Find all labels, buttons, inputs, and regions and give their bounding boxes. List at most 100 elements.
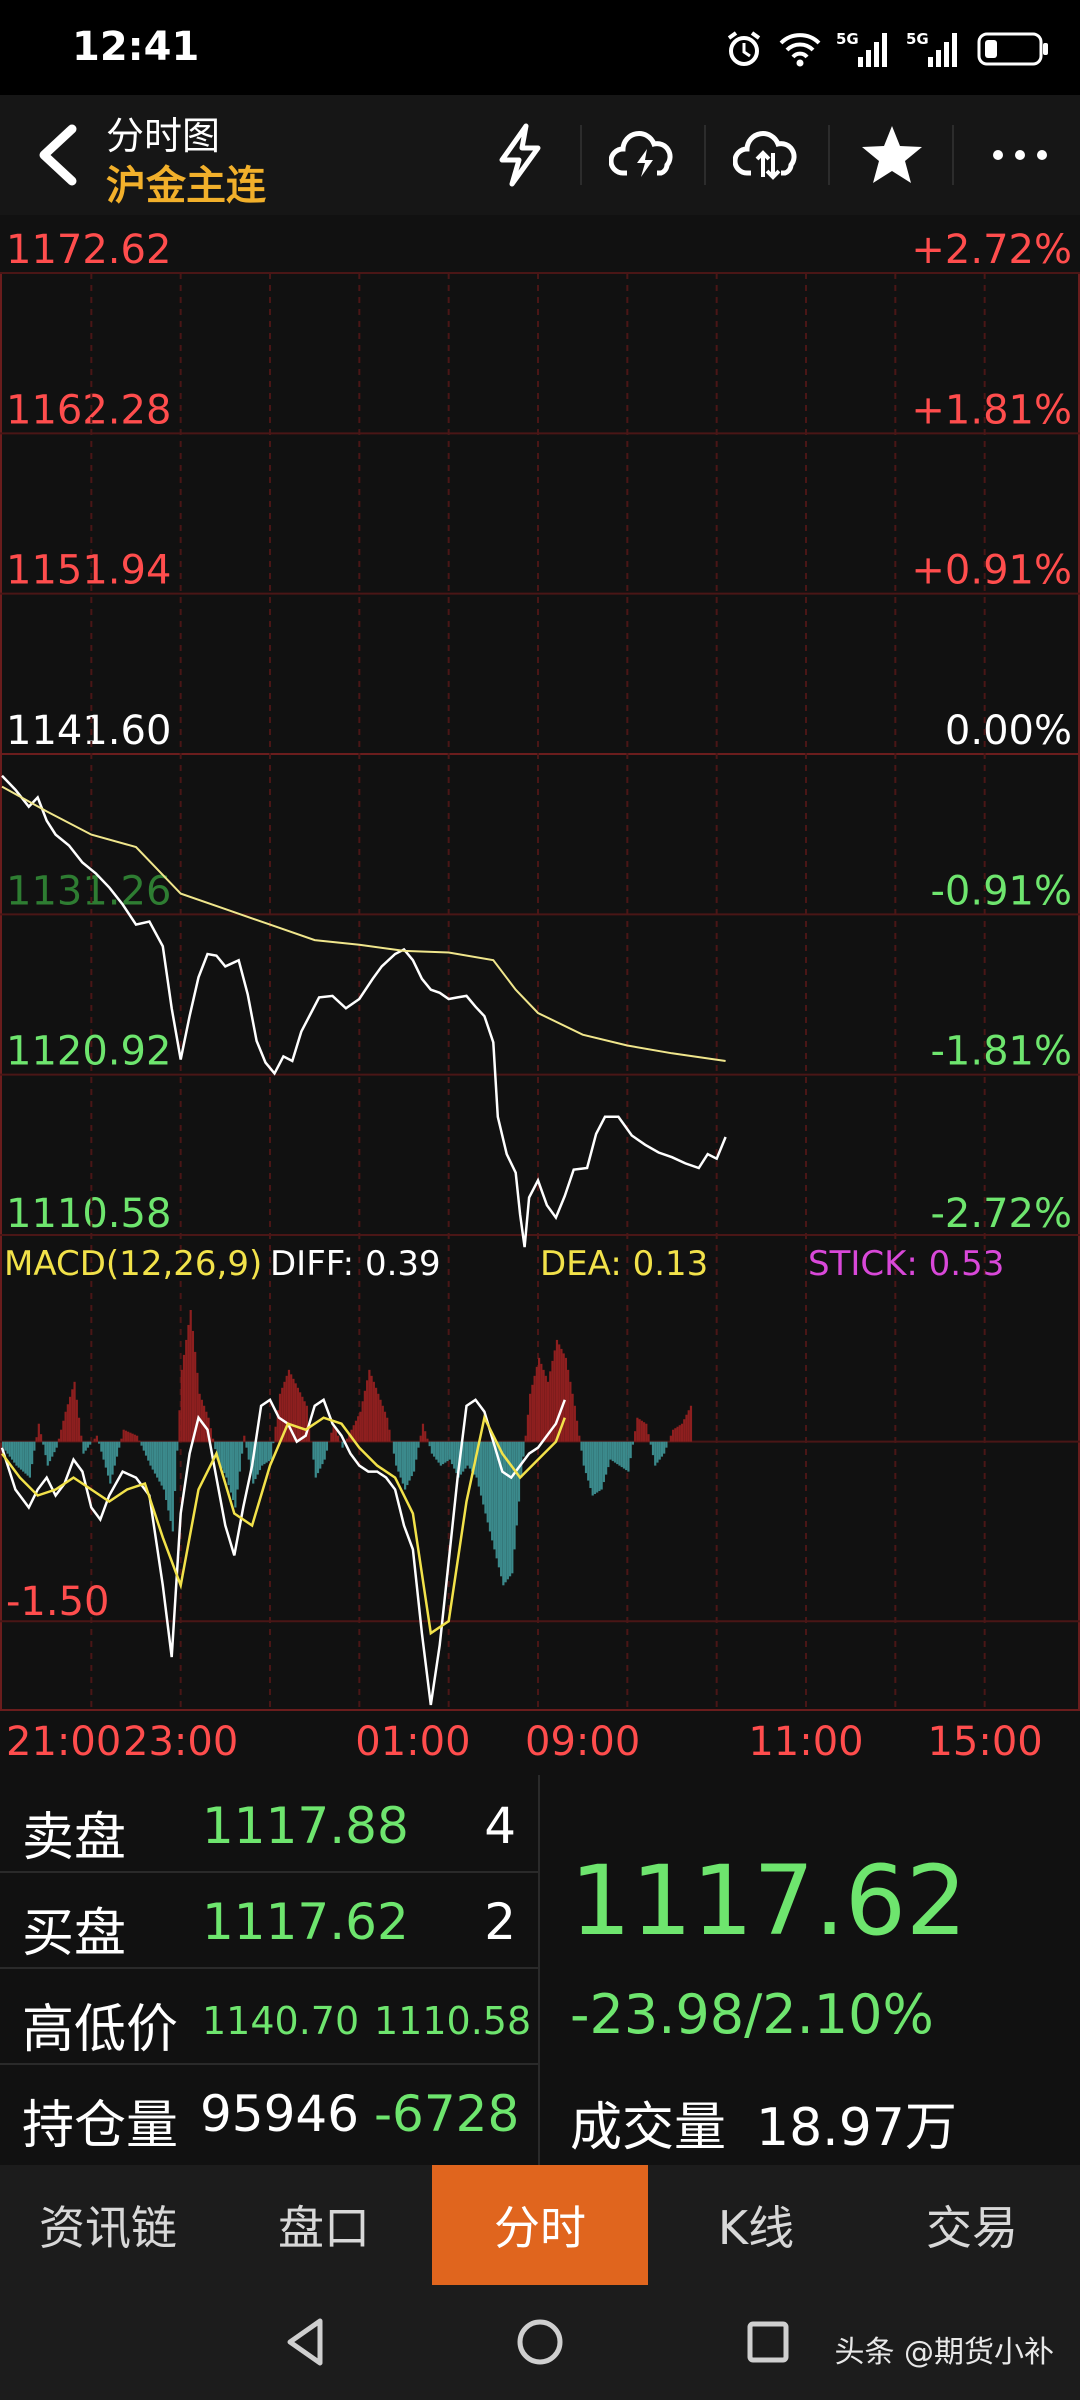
chart-canvas: 1172.62 +2.72% 1162.28 +1.81% 1151.94 +0.91% 1… xyxy=(0,227,1080,1765)
macd-stick-bar xyxy=(299,1392,302,1442)
macd-stick-bar xyxy=(368,1369,371,1442)
macd-legend-item: DEA: 0.13 xyxy=(540,1244,708,1284)
back-icon[interactable] xyxy=(24,117,94,193)
5g-signal-icon: 5G xyxy=(906,30,957,67)
macd-stick-bar xyxy=(522,1441,525,1457)
tab-kline[interactable]: K线 xyxy=(648,2165,864,2285)
svg-text:5G: 5G xyxy=(906,30,929,48)
high-low-label: 高低价 xyxy=(22,2000,179,2060)
macd-stick-bar xyxy=(412,1441,416,1472)
macd-stick-bar xyxy=(446,1441,449,1462)
macd-stick-bar xyxy=(270,1441,273,1460)
macd-stick-bar xyxy=(294,1383,297,1442)
macd-stick-bar xyxy=(167,1441,170,1511)
macd-stick-bar xyxy=(225,1441,228,1478)
macd-stick-bar xyxy=(533,1375,536,1442)
macd-stick-bar xyxy=(433,1441,436,1457)
favorite-button[interactable] xyxy=(850,113,934,197)
macd-stick-bar xyxy=(19,1441,23,1470)
macd-stick-bar xyxy=(562,1353,565,1442)
macd-stick-bar xyxy=(229,1441,232,1493)
status-time: 12:41 xyxy=(72,24,200,70)
timeshare-chart[interactable]: 1172.62 +2.72% 1162.28 +1.81% 1151.94 +0.91% 1… xyxy=(0,215,1080,1775)
macd-stick-bar xyxy=(15,1441,18,1466)
macd-stick-bar xyxy=(658,1441,661,1460)
price-axis-label: 1141.60 xyxy=(6,708,171,754)
macd-stick-bar xyxy=(631,1441,634,1445)
macd-stick-bar xyxy=(526,1414,530,1442)
macd-stick-bar xyxy=(672,1429,675,1442)
macd-stick-bar xyxy=(511,1441,514,1574)
macd-stick-bar xyxy=(73,1381,76,1442)
macd-stick-bar xyxy=(77,1417,81,1442)
tab-order-book[interactable]: 盘口 xyxy=(216,2165,432,2285)
macd-stick-bar xyxy=(372,1381,375,1442)
macd-stick-bar xyxy=(638,1419,641,1442)
tab-trade[interactable]: 交易 xyxy=(864,2165,1080,2285)
price-axis-label: 1151.94 xyxy=(6,548,171,594)
macd-stick-bar xyxy=(502,1441,505,1586)
cloud-lightning-button[interactable] xyxy=(602,113,686,197)
macd-stick-bar xyxy=(468,1441,471,1469)
macd-stick-bar xyxy=(544,1375,547,1442)
macd-stick-bar xyxy=(296,1387,299,1442)
macd-stick-bar xyxy=(98,1441,101,1444)
tab-timeshare[interactable]: 分时 xyxy=(432,2165,648,2285)
macd-stick-bar xyxy=(354,1420,358,1442)
macd-stick-bar xyxy=(46,1441,49,1466)
flash-button[interactable] xyxy=(478,113,562,197)
macd-stick-bar xyxy=(243,1435,246,1442)
cloud-lightning-icon xyxy=(609,131,673,177)
macd-stick-bar xyxy=(504,1441,507,1583)
macd-stick-bar xyxy=(493,1441,496,1550)
macd-stick-bar xyxy=(466,1441,469,1466)
macd-stick-bar xyxy=(236,1441,239,1490)
macd-stick-bar xyxy=(131,1433,134,1442)
macd-stick-bar xyxy=(263,1441,266,1465)
macd-stick-bar xyxy=(37,1423,40,1442)
macd-stick-bar xyxy=(520,1441,523,1478)
macd-stick-bar xyxy=(129,1432,132,1442)
macd-stick-bar xyxy=(113,1441,116,1466)
macd-stick-bar xyxy=(383,1411,387,1442)
price-change: -23.98/2.10% xyxy=(570,1983,934,2046)
macd-stick-bar xyxy=(683,1419,686,1442)
macd-stick-bar xyxy=(602,1441,605,1483)
macd-stick-bar xyxy=(401,1441,404,1484)
price-axis-label: 1120.92 xyxy=(6,1029,171,1075)
cloud-sync-button[interactable] xyxy=(726,113,810,197)
tab-news-chain[interactable]: 资讯链 xyxy=(0,2165,216,2285)
volume-value: 18.97万 xyxy=(756,2098,957,2158)
percent-axis-label: 0.00% xyxy=(945,708,1072,754)
macd-stick-bar xyxy=(484,1441,487,1514)
macd-stick-bar xyxy=(591,1441,594,1496)
open-interest-change: -6728 xyxy=(374,2085,520,2143)
macd-stick-bar xyxy=(180,1369,183,1442)
macd-stick-bar xyxy=(424,1431,427,1442)
nav-back-icon[interactable] xyxy=(272,2307,342,2377)
macd-stick-bar xyxy=(450,1441,454,1465)
macd-stick-bar xyxy=(388,1429,391,1442)
macd-stick-bar xyxy=(314,1441,317,1478)
macd-stick-bar xyxy=(397,1441,400,1472)
macd-stick-bar xyxy=(173,1441,177,1492)
time-axis-label: 21:00 xyxy=(6,1719,121,1765)
macd-axis-label: -1.50 xyxy=(6,1579,110,1625)
macd-stick-bar xyxy=(589,1441,592,1489)
macd-stick-bar xyxy=(256,1441,259,1475)
macd-stick-bar xyxy=(287,1369,291,1442)
percent-axis-label: +1.81% xyxy=(911,387,1072,433)
contract-name: 沪金主连 xyxy=(106,163,266,209)
macd-stick-bar xyxy=(542,1369,545,1442)
wifi-icon xyxy=(779,33,821,67)
nav-home-icon[interactable] xyxy=(505,2307,575,2377)
nav-recents-icon[interactable] xyxy=(733,2307,803,2377)
macd-stick-bar xyxy=(149,1441,152,1466)
macd-stick-bar xyxy=(151,1441,154,1470)
more-button[interactable] xyxy=(978,113,1062,197)
macd-stick-bar xyxy=(377,1393,380,1442)
macd-stick-bar xyxy=(261,1441,264,1466)
macd-stick-bar xyxy=(325,1441,329,1451)
macd-stick-bar xyxy=(580,1441,583,1451)
macd-stick-bar xyxy=(42,1441,45,1445)
